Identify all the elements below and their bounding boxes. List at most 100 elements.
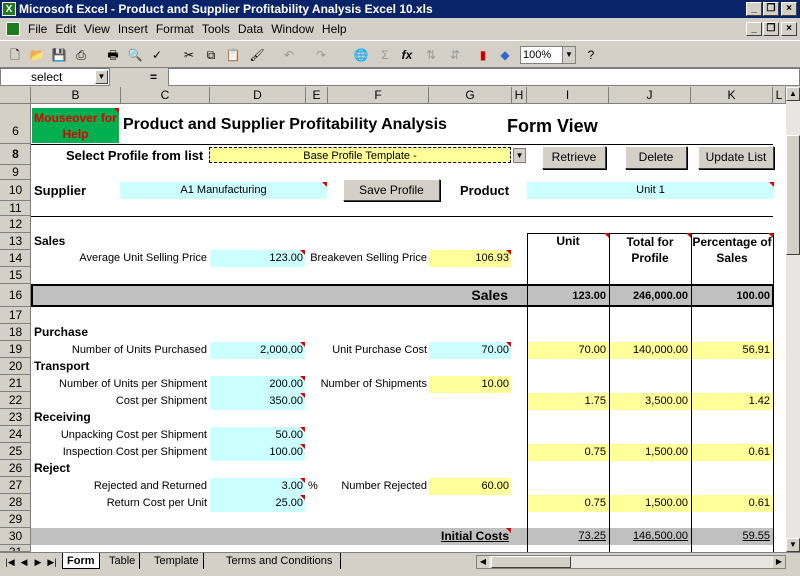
excel-app-icon[interactable]: X xyxy=(2,2,16,16)
restore-button[interactable]: ❐ xyxy=(763,2,779,16)
scroll-up-icon[interactable]: ▲ xyxy=(786,87,800,101)
menu-file[interactable]: File xyxy=(24,22,51,36)
update-list-button[interactable]: Update List xyxy=(698,146,774,169)
sort-descending-icon[interactable]: ⇵ xyxy=(446,46,464,64)
menu-window[interactable]: Window xyxy=(267,22,318,36)
paste-icon[interactable]: 📋 xyxy=(224,46,242,64)
menu-format[interactable]: Format xyxy=(152,22,198,36)
row-header[interactable]: 23 xyxy=(0,409,31,426)
autosum-icon[interactable]: Σ xyxy=(376,46,394,64)
product-field[interactable]: Unit 1 xyxy=(527,182,774,199)
undo-icon[interactable]: ↶ xyxy=(280,46,298,64)
permission-icon[interactable]: ⎙ xyxy=(72,46,90,64)
column-header-k[interactable]: K xyxy=(691,87,773,104)
first-sheet-icon[interactable]: |◀ xyxy=(4,555,16,569)
menu-insert[interactable]: Insert xyxy=(114,22,152,36)
open-icon[interactable]: 📂 xyxy=(28,46,46,64)
row-header[interactable]: 19 xyxy=(0,341,31,358)
doc-close-button[interactable]: × xyxy=(781,22,797,36)
column-header-i[interactable]: I xyxy=(527,87,609,104)
row-header[interactable]: 15 xyxy=(0,267,31,284)
cost-per-shipment-input[interactable]: 350.00 xyxy=(210,393,305,410)
minimize-button[interactable]: _ xyxy=(746,2,762,16)
row-header[interactable]: 25 xyxy=(0,443,31,460)
row-header[interactable]: 21 xyxy=(0,375,31,392)
scroll-left-icon[interactable]: ◀ xyxy=(477,556,489,568)
row-header[interactable]: 24 xyxy=(0,426,31,443)
scroll-down-icon[interactable]: ▼ xyxy=(786,538,800,552)
menu-help[interactable]: Help xyxy=(318,22,351,36)
cut-icon[interactable]: ✂ xyxy=(180,46,198,64)
row-header[interactable]: 28 xyxy=(0,494,31,511)
unpacking-cost-input[interactable]: 50.00 xyxy=(210,427,305,444)
row-header[interactable]: 26 xyxy=(0,460,31,477)
row-header[interactable]: 31 xyxy=(0,545,31,552)
save-profile-button[interactable]: Save Profile xyxy=(343,179,440,201)
row-header[interactable]: 14 xyxy=(0,250,31,267)
new-icon[interactable]: 🗋 xyxy=(6,46,24,64)
row-header[interactable]: 8 xyxy=(0,144,31,165)
format-painter-icon[interactable]: 🖌 xyxy=(248,46,266,64)
row-header[interactable]: 22 xyxy=(0,392,31,409)
chart-wizard-icon[interactable]: ▮ xyxy=(474,46,492,64)
column-header-f[interactable]: F xyxy=(328,87,429,104)
print-preview-icon[interactable]: 🔍 xyxy=(126,46,144,64)
row-header[interactable]: 16 xyxy=(0,284,31,307)
column-header-h[interactable]: H xyxy=(512,87,527,104)
column-header-g[interactable]: G xyxy=(429,87,512,104)
inspection-cost-input[interactable]: 100.00 xyxy=(210,444,305,461)
function-icon[interactable]: fx xyxy=(398,46,416,64)
menu-data[interactable]: Data xyxy=(234,22,267,36)
row-header[interactable]: 20 xyxy=(0,358,31,375)
save-icon[interactable]: 💾 xyxy=(50,46,68,64)
tab-terms[interactable]: Terms and Conditions xyxy=(218,553,342,569)
return-cost-input[interactable]: 25.00 xyxy=(210,495,305,512)
scroll-right-icon[interactable]: ▶ xyxy=(773,556,785,568)
row-header[interactable]: 29 xyxy=(0,511,31,528)
chevron-down-icon[interactable]: ▼ xyxy=(562,47,575,63)
row-header[interactable]: 27 xyxy=(0,477,31,494)
prev-sheet-icon[interactable]: ◀ xyxy=(18,555,30,569)
sort-ascending-icon[interactable]: ⇅ xyxy=(422,46,440,64)
spelling-icon[interactable]: ✓ xyxy=(148,46,166,64)
next-sheet-icon[interactable]: ▶ xyxy=(32,555,44,569)
scroll-thumb[interactable] xyxy=(786,135,800,255)
menu-edit[interactable]: Edit xyxy=(51,22,80,36)
name-box[interactable]: select ▼ xyxy=(0,68,110,86)
zoom-select[interactable]: 100% ▼ xyxy=(520,46,576,64)
row-header[interactable]: 10 xyxy=(0,180,31,201)
row-header[interactable]: 11 xyxy=(0,201,31,216)
last-sheet-icon[interactable]: ▶| xyxy=(46,555,58,569)
column-header-b[interactable]: B xyxy=(31,87,121,104)
retrieve-button[interactable]: Retrieve xyxy=(542,146,606,169)
select-all-corner[interactable] xyxy=(0,87,31,104)
column-header-j[interactable]: J xyxy=(609,87,691,104)
menu-tools[interactable]: Tools xyxy=(198,22,234,36)
row-header[interactable]: 12 xyxy=(0,216,31,233)
help-mouseover-box[interactable]: Mouseover for Help xyxy=(32,108,119,143)
print-icon[interactable]: 🖶 xyxy=(104,46,122,64)
doc-restore-button[interactable]: ❐ xyxy=(763,22,779,36)
menu-view[interactable]: View xyxy=(80,22,114,36)
row-header[interactable]: 18 xyxy=(0,324,31,341)
unit-cost-input[interactable]: 70.00 xyxy=(429,342,511,359)
copy-icon[interactable]: ⧉ xyxy=(202,46,220,64)
redo-icon[interactable]: ↷ xyxy=(312,46,330,64)
tab-template[interactable]: Template xyxy=(150,553,204,569)
row-header[interactable]: 6 xyxy=(0,104,31,144)
close-button[interactable]: × xyxy=(781,2,797,16)
chevron-down-icon[interactable]: ▼ xyxy=(513,148,526,163)
row-header[interactable]: 17 xyxy=(0,307,31,324)
scroll-thumb[interactable] xyxy=(491,556,571,568)
column-header-c[interactable]: C xyxy=(121,87,210,104)
tab-table[interactable]: Table xyxy=(105,553,141,569)
workbook-icon[interactable] xyxy=(6,22,20,36)
delete-button[interactable]: Delete xyxy=(625,146,687,169)
help-icon[interactable]: ? xyxy=(582,46,600,64)
column-header-e[interactable]: E xyxy=(306,87,328,104)
profile-select[interactable]: Base Profile Template - xyxy=(209,147,511,163)
horizontal-scrollbar[interactable]: ◀ ▶ xyxy=(476,555,786,569)
doc-minimize-button[interactable]: _ xyxy=(746,22,762,36)
hyperlink-icon[interactable]: 🌐 xyxy=(352,46,370,64)
column-header-l[interactable]: L xyxy=(773,87,786,104)
